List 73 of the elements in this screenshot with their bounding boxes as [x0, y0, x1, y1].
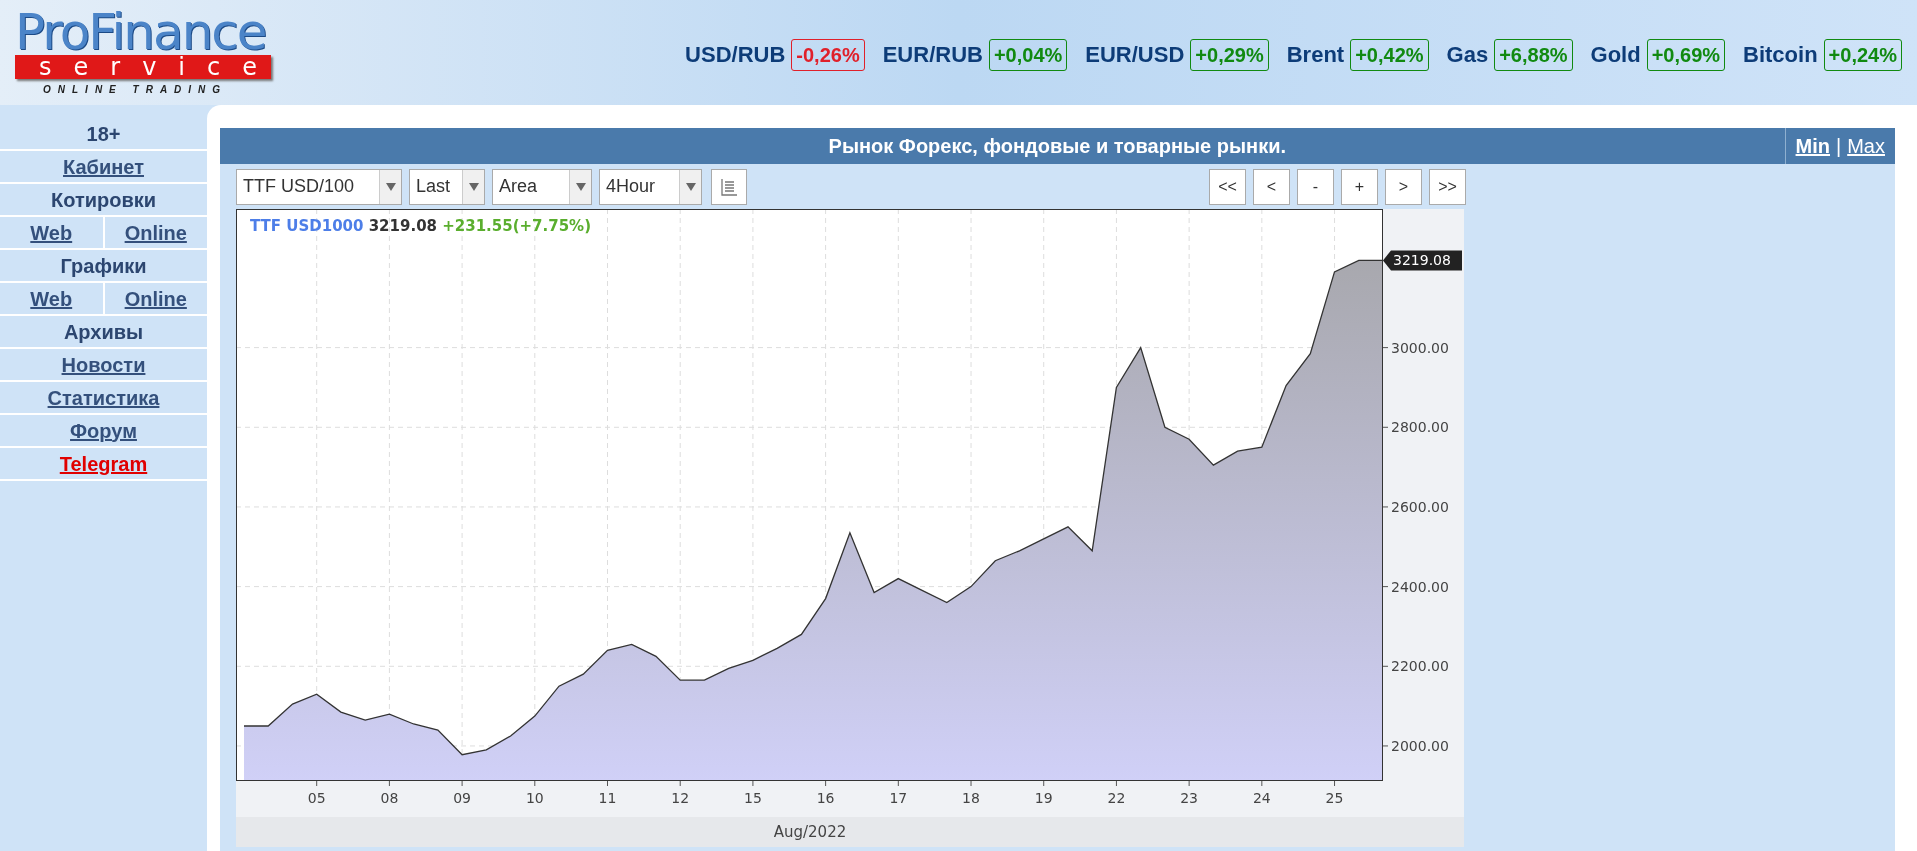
menu-heading: Архивы [63, 319, 144, 345]
logo-service-bar: service [15, 54, 271, 79]
price-tag: 3219.08 [1383, 250, 1462, 271]
axis-title: Aug/2022 [236, 817, 1464, 847]
ticker-symbol[interactable]: EUR/RUB [882, 38, 983, 71]
ticker-symbol[interactable]: USD/RUB [685, 38, 786, 71]
nav-button[interactable]: - [1297, 168, 1334, 205]
dropdown[interactable]: TTF USD/100 [236, 168, 402, 205]
bar-list-icon [720, 177, 738, 196]
axis-label: 25 [1325, 790, 1344, 806]
axis-label: 2400.00 [1391, 578, 1449, 595]
ticker-symbol[interactable]: Gas [1446, 38, 1489, 71]
menu-link[interactable]: Online [124, 217, 187, 248]
nav-button[interactable]: >> [1429, 168, 1466, 205]
caret-icon [385, 182, 396, 191]
axis-label: 08 [380, 790, 399, 806]
chart-legend: TTF USD1000 3219.08 +231.55(+7.75%) [250, 217, 591, 235]
menu-link[interactable]: Telegram [59, 448, 148, 479]
axis-label: 17 [889, 790, 908, 806]
menu-link[interactable]: Кабинет [63, 151, 144, 182]
caret-icon [575, 182, 586, 191]
axis-label: 24 [1252, 790, 1271, 806]
nav-button[interactable]: < [1253, 168, 1290, 205]
axis-label: 16 [816, 790, 835, 806]
menu-link[interactable]: Web [30, 217, 73, 248]
axis-label: 09 [453, 790, 471, 806]
axis-label: 15 [744, 790, 762, 806]
ticker-symbol[interactable]: Gold [1590, 38, 1641, 71]
change-badge: -0,26% [791, 38, 865, 71]
menu-link[interactable]: Форум [70, 415, 137, 446]
nav-button[interactable]: > [1385, 168, 1422, 205]
axis-label: 3000.00 [1391, 339, 1449, 356]
change-badge: +0,29% [1190, 38, 1269, 71]
ticker-symbol[interactable]: Bitcoin [1743, 38, 1818, 71]
axis-label: 12 [671, 790, 690, 806]
caret-icon [468, 182, 479, 191]
dropdown[interactable]: 4Hour [599, 168, 702, 205]
logo-tagline: ONLINE TRADING [42, 82, 228, 97]
caret-icon [685, 182, 696, 191]
link-separator: | [1836, 134, 1842, 159]
axis-label: 18 [962, 790, 980, 806]
axis-label: 23 [1180, 790, 1199, 806]
axis-label: 11 [598, 790, 617, 806]
menu-link[interactable]: Web [30, 283, 73, 314]
dropdown[interactable]: Last [409, 168, 485, 205]
axis-label: 2000.00 [1391, 737, 1449, 754]
menu-link[interactable]: Online [124, 283, 187, 314]
size-link[interactable]: Max [1847, 131, 1885, 161]
nav-button[interactable]: << [1209, 168, 1246, 205]
menu-link[interactable]: Статистика [47, 382, 160, 413]
axis-label: 05 [307, 790, 326, 806]
ticker-symbol[interactable]: Brent [1286, 38, 1345, 71]
axis-label: 19 [1034, 790, 1053, 806]
dropdown[interactable]: Area [492, 168, 592, 205]
size-link[interactable]: Min [1795, 131, 1830, 161]
panel-title: Рынок Форекс, фондовые и товарные рынки. [828, 134, 1286, 159]
menu-heading: 18+ [86, 121, 121, 147]
menu-heading: Графики [60, 253, 147, 279]
change-badge: +0,04% [988, 38, 1068, 71]
axis-label: 2800.00 [1391, 419, 1449, 436]
axis-label: 2200.00 [1391, 658, 1449, 675]
menu-heading: Котировки [50, 187, 157, 213]
axis-label: 22 [1107, 790, 1126, 806]
change-badge: +6,88% [1494, 38, 1573, 71]
axis-label: 10 [525, 790, 544, 806]
change-badge: +0,42% [1350, 38, 1429, 71]
change-badge: +0,69% [1646, 38, 1726, 71]
menu-link[interactable]: Новости [61, 349, 146, 380]
ticker-symbol[interactable]: EUR/USD [1085, 38, 1185, 71]
change-badge: +0,24% [1823, 38, 1902, 71]
axis-label: 2600.00 [1391, 498, 1449, 515]
chart-settings-button[interactable] [711, 168, 747, 205]
nav-button[interactable]: + [1341, 168, 1378, 205]
